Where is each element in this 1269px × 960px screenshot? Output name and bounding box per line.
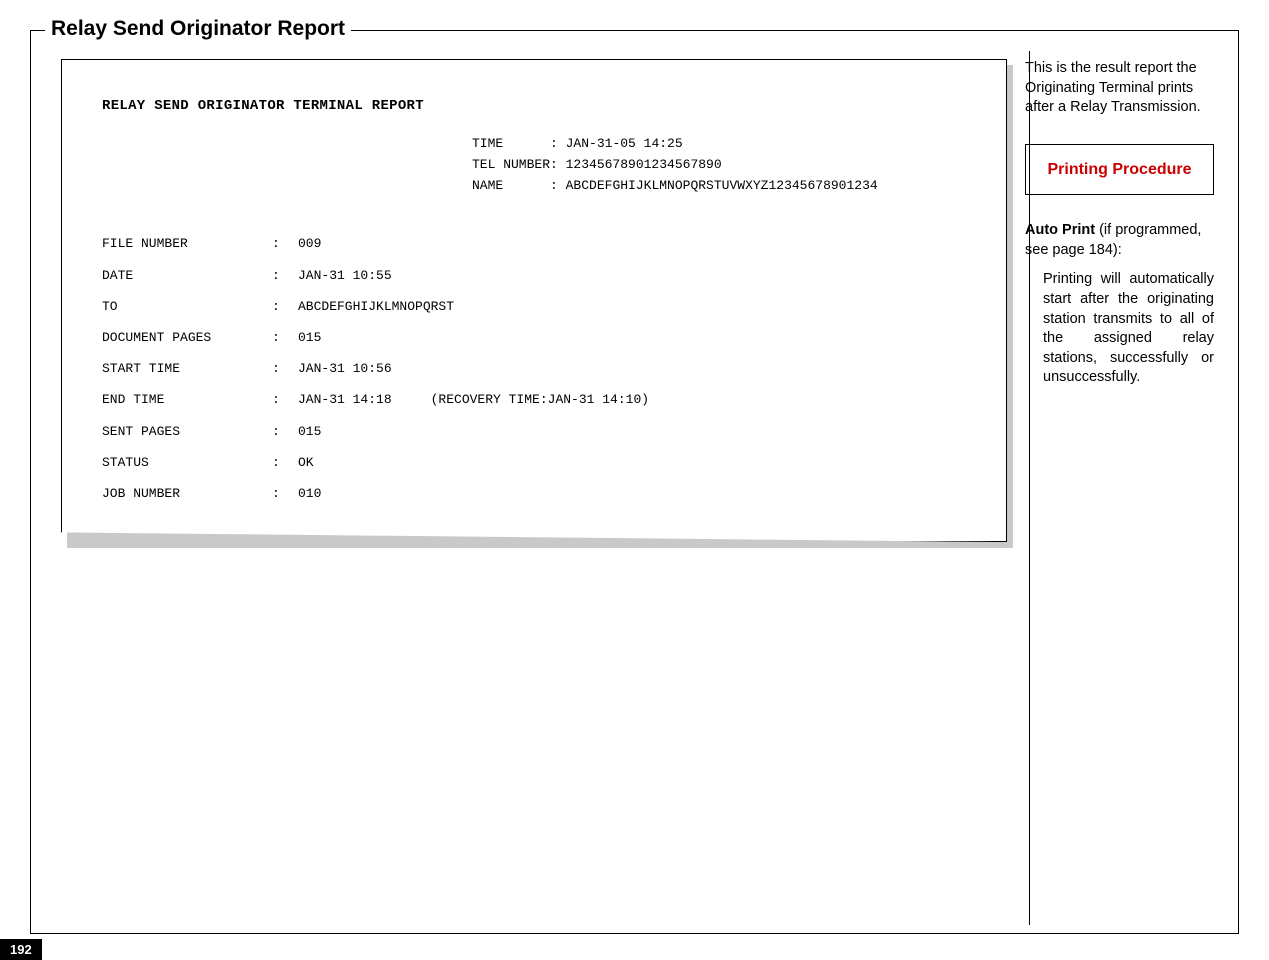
auto-print-body: Printing will automatically start after … <box>1043 270 1214 387</box>
row-label: DOCUMENT PAGES <box>102 322 272 353</box>
printing-procedure-heading: Printing Procedure <box>1025 144 1214 196</box>
content-row: RELAY SEND ORIGINATOR TERMINAL REPORT TI… <box>31 31 1238 542</box>
page-frame: Relay Send Originator Report RELAY SEND … <box>30 30 1239 934</box>
row-colon: : <box>272 228 298 259</box>
report-wrap: RELAY SEND ORIGINATOR TERMINAL REPORT TI… <box>61 59 1007 542</box>
meta-time-value: : JAN-31-05 14:25 <box>550 136 683 151</box>
row-label: STATUS <box>102 447 272 478</box>
meta-name-label: NAME <box>472 178 503 193</box>
report-row: START TIME:JAN-31 10:56 <box>102 353 966 384</box>
row-value: OK <box>298 447 314 478</box>
sidebar-intro: This is the result report the Originatin… <box>1025 59 1214 118</box>
report-row: STATUS:OK <box>102 447 966 478</box>
row-value: ABCDEFGHIJKLMNOPQRST <box>298 291 454 322</box>
row-colon: : <box>272 447 298 478</box>
sidebar: This is the result report the Originatin… <box>1025 59 1218 542</box>
row-value: 015 <box>298 322 321 353</box>
row-colon: : <box>272 416 298 447</box>
meta-tel-value: : 12345678901234567890 <box>550 157 722 172</box>
report-meta: TIME : JAN-31-05 14:25 TEL NUMBER: 12345… <box>472 134 966 196</box>
auto-print-line: Auto Print (if programmed, see page 184)… <box>1025 221 1214 260</box>
row-colon: : <box>272 478 298 509</box>
report-rows: FILE NUMBER:009 DATE:JAN-31 10:55 TO:ABC… <box>102 228 966 509</box>
row-colon: : <box>272 384 298 415</box>
row-colon: : <box>272 353 298 384</box>
section-title: Relay Send Originator Report <box>45 17 351 41</box>
row-label: END TIME <box>102 384 272 415</box>
row-value: JAN-31 14:18 (RECOVERY TIME:JAN-31 14:10… <box>298 384 649 415</box>
row-label: SENT PAGES <box>102 416 272 447</box>
report-row: FILE NUMBER:009 <box>102 228 966 259</box>
report-row: TO:ABCDEFGHIJKLMNOPQRST <box>102 291 966 322</box>
row-label: START TIME <box>102 353 272 384</box>
meta-tel-label: TEL NUMBER <box>472 157 550 172</box>
report-card: RELAY SEND ORIGINATOR TERMINAL REPORT TI… <box>61 59 1007 542</box>
row-value: JAN-31 10:55 <box>298 260 392 291</box>
meta-name-value: : ABCDEFGHIJKLMNOPQRSTUVWXYZ123456789012… <box>550 178 878 193</box>
column-divider <box>1029 51 1030 925</box>
row-colon: : <box>272 322 298 353</box>
row-label: DATE <box>102 260 272 291</box>
report-row: END TIME:JAN-31 14:18 (RECOVERY TIME:JAN… <box>102 384 966 415</box>
report-row: DOCUMENT PAGES:015 <box>102 322 966 353</box>
report-row: JOB NUMBER:010 <box>102 478 966 509</box>
report-title: RELAY SEND ORIGINATOR TERMINAL REPORT <box>102 98 966 114</box>
row-value: JAN-31 10:56 <box>298 353 392 384</box>
report-row: SENT PAGES:015 <box>102 416 966 447</box>
meta-time-label: TIME <box>472 136 503 151</box>
row-value: 010 <box>298 478 321 509</box>
row-colon: : <box>272 260 298 291</box>
row-value: 009 <box>298 228 321 259</box>
row-value: 015 <box>298 416 321 447</box>
row-label: FILE NUMBER <box>102 228 272 259</box>
row-label: JOB NUMBER <box>102 478 272 509</box>
page-number: 192 <box>0 939 42 960</box>
row-label: TO <box>102 291 272 322</box>
auto-print-bold: Auto Print <box>1025 222 1095 238</box>
row-colon: : <box>272 291 298 322</box>
report-row: DATE:JAN-31 10:55 <box>102 260 966 291</box>
